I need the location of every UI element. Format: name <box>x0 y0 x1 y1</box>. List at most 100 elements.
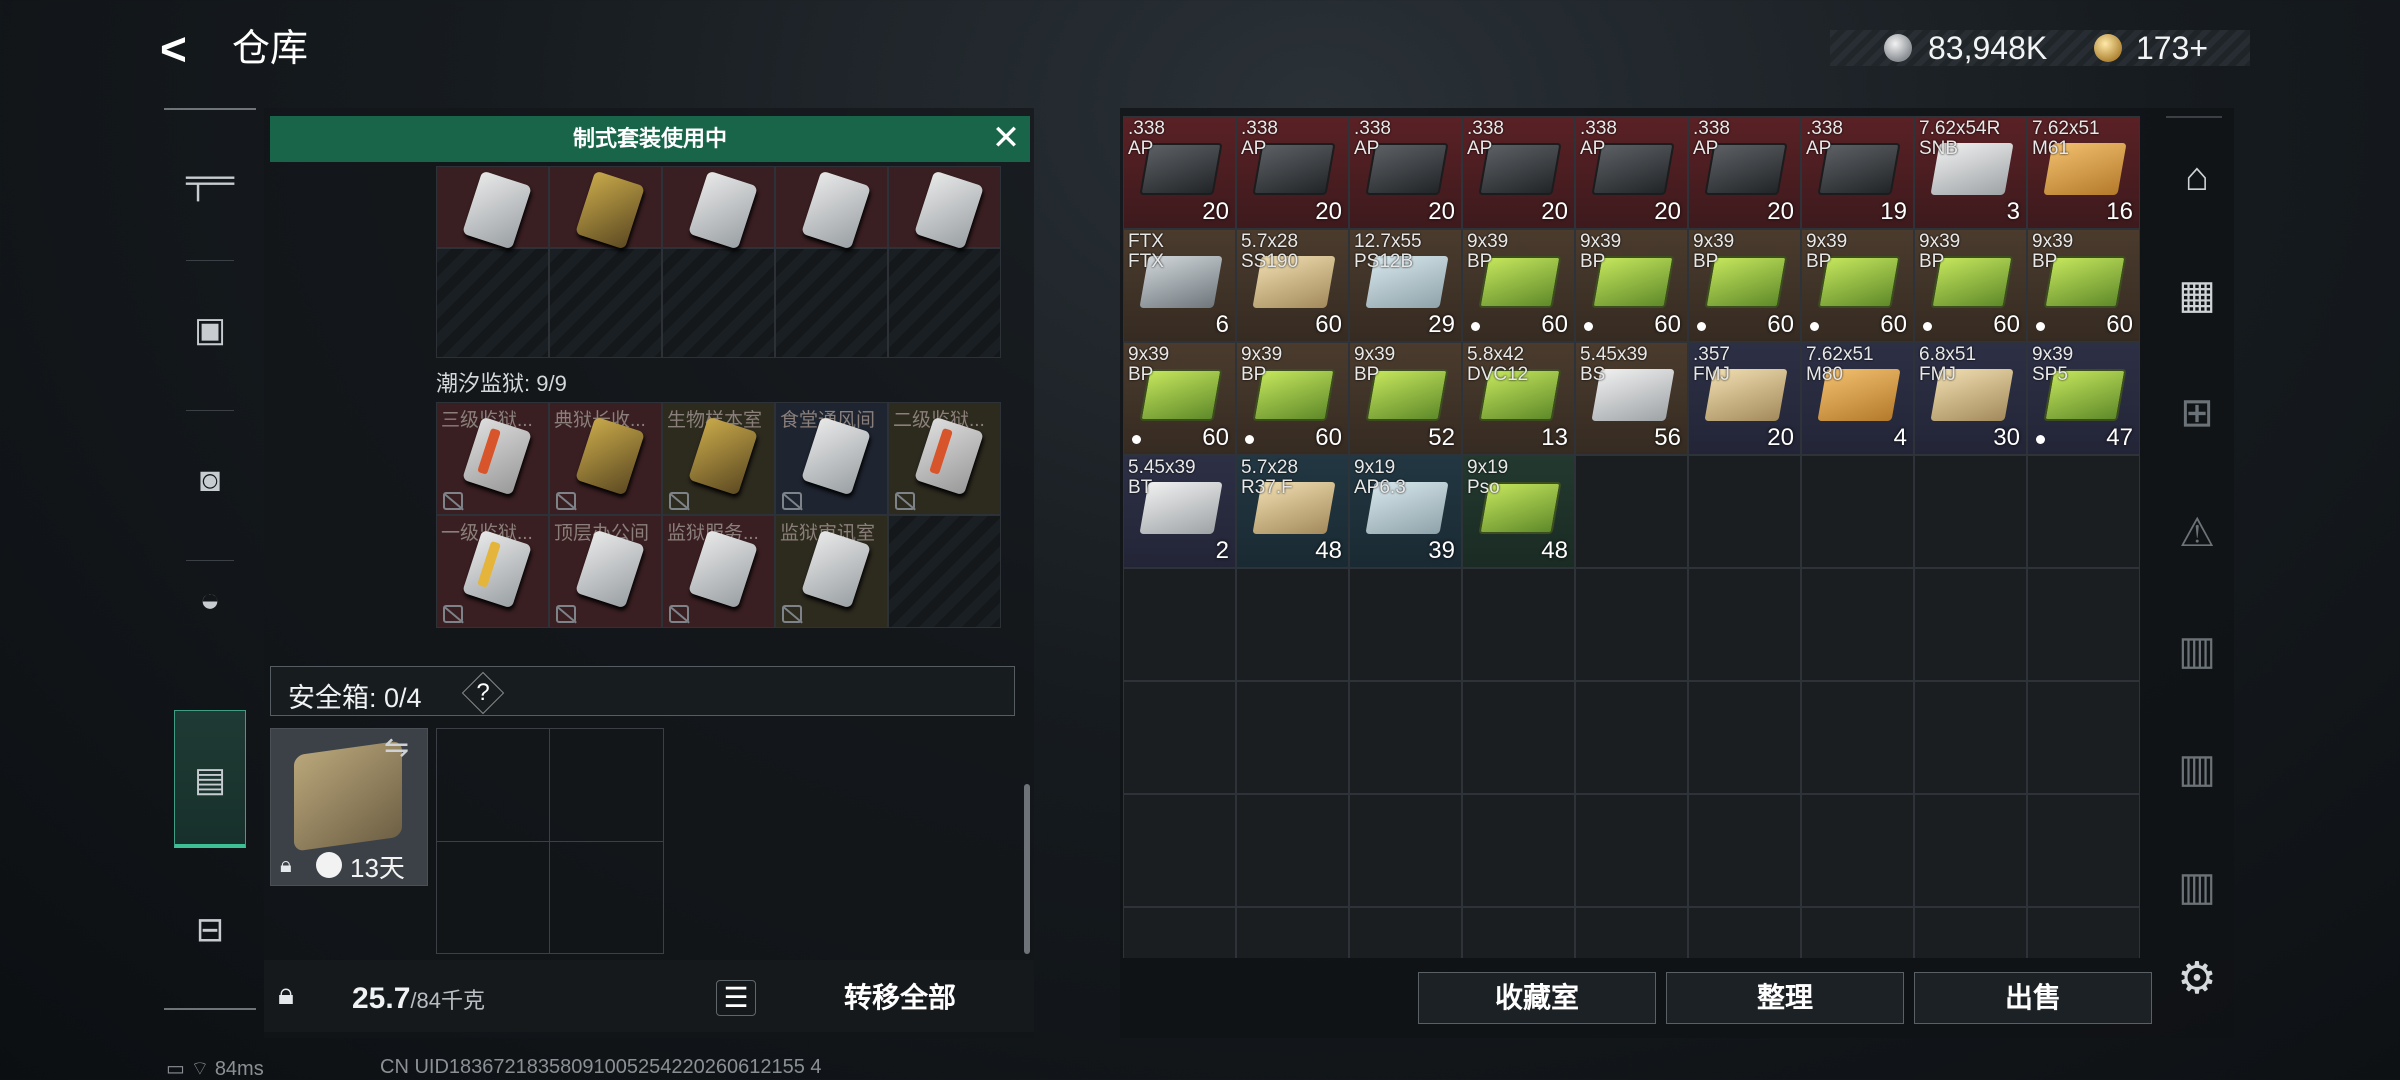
stash-item[interactable]: 5.8x42 DVC12 13 <box>1462 342 1575 455</box>
empty-slot[interactable] <box>1236 907 1349 958</box>
back-button[interactable]: < <box>160 24 210 74</box>
stash-item[interactable]: 9x39 BP 60 <box>1123 342 1236 455</box>
empty-slot[interactable] <box>1688 568 1801 681</box>
empty-slot[interactable] <box>1349 568 1462 681</box>
empty-slot[interactable] <box>1462 907 1575 958</box>
stash-item[interactable]: .338 AP 20 <box>1575 116 1688 229</box>
key-slot[interactable]: 监狱服务... <box>662 515 775 628</box>
level4-card-key-icon[interactable]: ▥ <box>2172 626 2222 676</box>
empty-slot[interactable] <box>888 515 1001 628</box>
scrollbar[interactable] <box>1024 784 1030 954</box>
helmet-icon[interactable]: ◒ <box>164 530 256 670</box>
stash-item[interactable]: .338 AP 19 <box>1801 116 1914 229</box>
empty-slot[interactable] <box>1801 907 1914 958</box>
empty-slot[interactable] <box>1349 794 1462 907</box>
stash-item[interactable]: 9x39 BP 60 <box>2027 229 2140 342</box>
empty-slot[interactable] <box>2027 568 2140 681</box>
empty-slot[interactable] <box>1236 794 1349 907</box>
close-icon[interactable]: ✕ <box>986 118 1026 158</box>
key-slot[interactable] <box>888 166 1001 250</box>
empty-slot[interactable] <box>549 248 662 358</box>
help-icon[interactable]: ? <box>468 676 498 706</box>
empty-slot[interactable] <box>2027 794 2140 907</box>
empty-slot[interactable] <box>1349 907 1462 958</box>
gold-amount[interactable]: 173+ <box>2136 28 2208 68</box>
key-slot[interactable]: 监狱审讯室 <box>775 515 888 628</box>
key-slot[interactable]: 典狱长收... <box>549 402 662 515</box>
level4-card-key3-icon[interactable]: ▥ <box>2172 862 2222 912</box>
stash-item[interactable]: 9x39 BP 60 <box>1462 229 1575 342</box>
key-slot[interactable] <box>549 166 662 250</box>
empty-slot[interactable] <box>662 248 775 358</box>
level4-card-plus-icon[interactable]: ⊞ <box>2172 388 2222 438</box>
empty-slot[interactable] <box>1575 681 1688 794</box>
gun-icon[interactable]: ╤═ <box>164 110 256 250</box>
transfer-all-button[interactable]: 转移全部 <box>800 976 1000 1020</box>
empty-slot[interactable] <box>1462 681 1575 794</box>
key-slot[interactable]: 三级监狱... <box>436 402 549 515</box>
key-slot[interactable]: 食堂通风间 <box>775 402 888 515</box>
stash-item[interactable]: 5.7x28 SS190 60 <box>1236 229 1349 342</box>
stash-item[interactable]: 6.8x51 FMJ 30 <box>1914 342 2027 455</box>
empty-slot[interactable] <box>1914 907 2027 958</box>
empty-slot[interactable] <box>436 248 549 358</box>
empty-slot[interactable] <box>1688 455 1801 568</box>
armor-vest-icon[interactable]: ▣ <box>164 260 256 400</box>
sort-button[interactable]: 整理 <box>1666 972 1904 1024</box>
stash-item[interactable]: .338 AP 20 <box>1349 116 1462 229</box>
stash-item[interactable]: 9x19 Pso 48 <box>1462 455 1575 568</box>
gear-icon[interactable]: ⚙ <box>2172 954 2222 1004</box>
stash-item[interactable]: .338 AP 20 <box>1236 116 1349 229</box>
empty-slot[interactable] <box>775 248 888 358</box>
stash-item[interactable]: 9x39 BP 60 <box>1236 342 1349 455</box>
swap-icon[interactable]: ⇋ <box>384 730 409 765</box>
key-slot[interactable] <box>436 166 549 250</box>
stash-item[interactable]: FTX FTX 6 <box>1123 229 1236 342</box>
stash-item[interactable]: .338 AP 20 <box>1462 116 1575 229</box>
stash-item[interactable]: 9x39 SP5 47 <box>2027 342 2140 455</box>
weight-lock-icon[interactable]: 🔒︎ <box>278 978 314 1014</box>
empty-slot[interactable] <box>1914 455 2027 568</box>
level4-card-key2-icon[interactable]: ▥ <box>2172 744 2222 794</box>
empty-slot[interactable] <box>1123 681 1236 794</box>
key-slot[interactable] <box>662 166 775 250</box>
empty-slot[interactable] <box>1914 681 2027 794</box>
empty-slot[interactable] <box>1575 455 1688 568</box>
stash-item[interactable]: 9x39 BP 60 <box>1801 229 1914 342</box>
stash-item[interactable]: .338 AP 20 <box>1123 116 1236 229</box>
empty-slot[interactable] <box>1575 794 1688 907</box>
empty-slot[interactable] <box>1801 568 1914 681</box>
empty-slot[interactable] <box>1123 794 1236 907</box>
list-icon[interactable]: ☰ <box>716 980 756 1016</box>
secure-container-icon[interactable]: ▤ <box>164 710 256 850</box>
empty-slot[interactable] <box>1801 681 1914 794</box>
empty-slot[interactable] <box>1236 681 1349 794</box>
empty-slot[interactable] <box>1123 568 1236 681</box>
stash-item[interactable]: 9x19 AP6.3 39 <box>1349 455 1462 568</box>
empty-slot[interactable] <box>1914 794 2027 907</box>
stash-item[interactable]: 9x39 BP 60 <box>1575 229 1688 342</box>
empty-slot[interactable] <box>1801 455 1914 568</box>
empty-slot[interactable] <box>1801 794 1914 907</box>
stash-item[interactable]: 5.45x39 BS 56 <box>1575 342 1688 455</box>
level4-card-warning-icon[interactable]: ⚠ <box>2172 508 2222 558</box>
stash-item[interactable]: 7.62x51 M80 4 <box>1801 342 1914 455</box>
empty-slot[interactable] <box>2027 455 2140 568</box>
empty-slot[interactable] <box>1688 907 1801 958</box>
empty-slot[interactable] <box>888 248 1001 358</box>
key-slot[interactable]: 一级监狱... <box>436 515 549 628</box>
empty-slot[interactable] <box>1123 907 1236 958</box>
empty-slot[interactable] <box>2027 681 2140 794</box>
empty-slot[interactable] <box>1462 794 1575 907</box>
empty-slot[interactable] <box>1575 568 1688 681</box>
level4-card-icon[interactable]: ▦ <box>2172 270 2222 320</box>
stash-item[interactable]: 9x39 BP 60 <box>1914 229 2027 342</box>
empty-slot[interactable] <box>1575 907 1688 958</box>
empty-slot[interactable] <box>1349 681 1462 794</box>
sell-button[interactable]: 出售 <box>1914 972 2152 1024</box>
empty-slot[interactable] <box>1462 568 1575 681</box>
stash-item[interactable]: 5.7x28 R37.F 48 <box>1236 455 1349 568</box>
collection-room-icon[interactable]: ⌂ <box>2172 152 2222 202</box>
key-slot[interactable]: 二级监狱... <box>888 402 1001 515</box>
key-slot[interactable]: 顶层办公间 <box>549 515 662 628</box>
